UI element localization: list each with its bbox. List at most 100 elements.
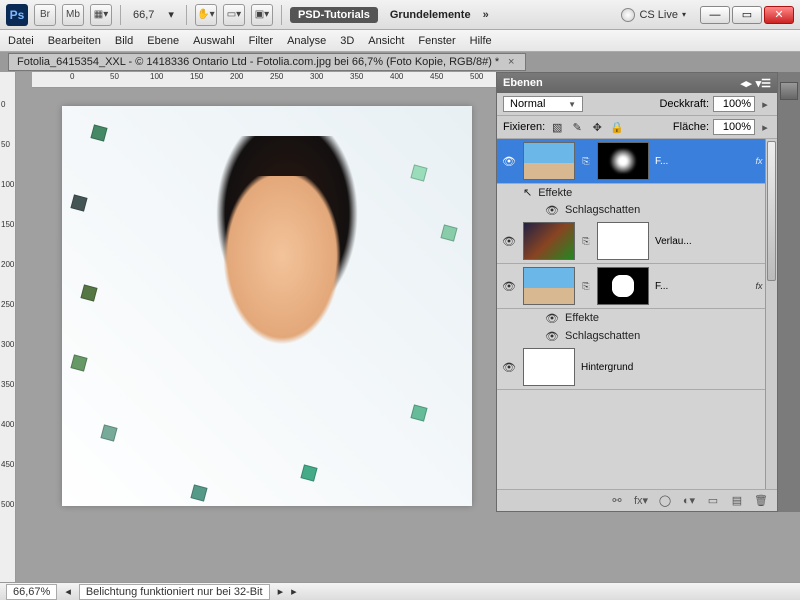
panel-tab-ebenen[interactable]: Ebenen <box>503 77 543 89</box>
layer-thumbnail[interactable] <box>523 348 575 386</box>
visibility-icon[interactable]: 👁 <box>501 233 517 249</box>
lock-all-icon[interactable]: 🔒 <box>609 119 625 135</box>
new-layer-icon[interactable]: ▤ <box>729 494 745 508</box>
mask-thumbnail[interactable] <box>597 267 649 305</box>
opacity-input[interactable]: 100% <box>713 96 755 112</box>
minimize-button[interactable]: — <box>700 6 730 24</box>
mask-link-icon[interactable]: ⎘ <box>581 279 591 293</box>
link-layers-icon[interactable]: ⚯ <box>609 494 625 508</box>
close-button[interactable]: ✕ <box>764 6 794 24</box>
menu-fenster[interactable]: Fenster <box>418 35 455 47</box>
blend-mode-select[interactable]: Normal▼ <box>503 96 583 112</box>
layer-thumbnail[interactable] <box>523 222 575 260</box>
layer-thumbnail[interactable] <box>523 267 575 305</box>
status-nav-icon[interactable]: ▸ <box>278 585 284 598</box>
fx-badge[interactable]: fx <box>755 281 762 291</box>
layer-row[interactable]: 👁 ⎘ F... fx ▾ <box>497 139 777 184</box>
divider <box>120 5 121 25</box>
close-tab-icon[interactable]: × <box>505 56 517 68</box>
fx-badge[interactable]: fx <box>755 156 762 166</box>
status-zoom[interactable]: 66,67% <box>6 584 57 600</box>
effect-name: Schlagschatten <box>565 204 640 216</box>
menu-datei[interactable]: Datei <box>8 35 34 47</box>
zoom-level[interactable]: 66,7 <box>129 9 158 21</box>
layer-name[interactable]: F... <box>655 156 749 167</box>
visibility-icon[interactable]: 👁 <box>501 359 517 375</box>
add-mask-icon[interactable]: ◯ <box>657 494 673 508</box>
arrange-button[interactable]: ▭▾ <box>223 4 245 26</box>
collapsed-panel-dock <box>778 72 800 512</box>
layer-row[interactable]: 👁 ⎘ F... fx ▾ <box>497 264 777 309</box>
mask-link-icon[interactable]: ⎘ <box>581 234 591 248</box>
scrollbar-thumb[interactable] <box>767 141 776 281</box>
document-tab[interactable]: Fotolia_6415354_XXL - © 1418336 Ontario … <box>8 53 526 71</box>
view-extras-button[interactable]: ▦▾ <box>90 4 112 26</box>
mask-link-icon[interactable]: ⎘ <box>581 154 591 168</box>
visibility-icon[interactable]: 👁 <box>545 329 559 343</box>
menu-bild[interactable]: Bild <box>115 35 133 47</box>
layer-row[interactable]: 👁 Hintergrund <box>497 345 777 390</box>
lock-move-icon[interactable]: ✥ <box>589 119 605 135</box>
effects-label: Effekte <box>565 312 599 324</box>
menu-ansicht[interactable]: Ansicht <box>368 35 404 47</box>
menu-3d[interactable]: 3D <box>340 35 354 47</box>
layer-effects-row[interactable]: ↖ Effekte <box>497 184 777 201</box>
status-message[interactable]: Belichtung funktioniert nur bei 32-Bit <box>79 584 270 600</box>
hand-tool-button[interactable]: ✋▾ <box>195 4 217 26</box>
layer-thumbnail[interactable] <box>523 142 575 180</box>
panel-icon[interactable] <box>780 82 798 100</box>
visibility-icon[interactable]: 👁 <box>545 311 559 325</box>
visibility-icon[interactable]: 👁 <box>501 278 517 294</box>
app-logo[interactable]: Ps <box>6 4 28 26</box>
layers-panel-footer: ⚯ fx▾ ◯ ◐▾ ▭ ▤ 🗑 <box>497 489 777 511</box>
mask-thumbnail[interactable] <box>597 142 649 180</box>
screen-mode-button[interactable]: ▣▾ <box>251 4 273 26</box>
bridge-button[interactable]: Br <box>34 4 56 26</box>
status-nav-icon[interactable]: ◂ <box>65 585 71 598</box>
visibility-icon[interactable]: 👁 <box>545 203 559 217</box>
menu-hilfe[interactable]: Hilfe <box>470 35 492 47</box>
panel-menu-icon[interactable]: ▾☰ <box>756 77 771 90</box>
document-canvas[interactable] <box>62 106 472 506</box>
menu-filter[interactable]: Filter <box>249 35 273 47</box>
layer-row[interactable]: 👁 ⎘ Verlau... <box>497 219 777 264</box>
menu-bearbeiten[interactable]: Bearbeiten <box>48 35 101 47</box>
maximize-button[interactable]: ▭ <box>732 6 762 24</box>
scrollbar-vertical[interactable] <box>765 139 777 489</box>
fill-input[interactable]: 100% <box>713 119 755 135</box>
layer-name[interactable]: Verlau... <box>655 236 773 247</box>
lock-brush-icon[interactable]: ✎ <box>569 119 585 135</box>
document-tab-bar: Fotolia_6415354_XXL - © 1418336 Ontario … <box>0 52 800 72</box>
menu-ebene[interactable]: Ebene <box>147 35 179 47</box>
cs-live-button[interactable]: CS Live▾ <box>621 8 686 22</box>
opacity-label: Deckkraft: <box>659 98 709 110</box>
workspace-psd-tutorials[interactable]: PSD-Tutorials <box>290 7 378 23</box>
panel-collapse-icon[interactable]: ◂▸ <box>741 77 752 90</box>
app-toolbar: Ps Br Mb ▦▾ 66,7▾ ✋▾ ▭▾ ▣▾ PSD-Tutorials… <box>0 0 800 30</box>
ruler-vertical[interactable]: 0 50 100 150 200 250 300 350 400 450 500 <box>0 72 16 582</box>
group-icon[interactable]: ▭ <box>705 494 721 508</box>
effects-label: Effekte <box>538 187 572 199</box>
fill-slider-icon[interactable]: ▸ <box>759 121 771 134</box>
layer-effects-row[interactable]: 👁 Effekte <box>497 309 777 327</box>
status-menu-icon[interactable]: ▸ <box>291 585 297 598</box>
workspace-grundelemente[interactable]: Grundelemente <box>384 7 477 23</box>
layer-name[interactable]: F... <box>655 281 749 292</box>
layer-list: 👁 ⎘ F... fx ▾ ↖ Effekte 👁 Schlagschatten… <box>497 139 777 489</box>
layer-name[interactable]: Hintergrund <box>581 362 773 373</box>
mask-thumbnail[interactable] <box>597 222 649 260</box>
layer-effect-row[interactable]: 👁 Schlagschatten <box>497 201 777 219</box>
layer-fx-icon[interactable]: fx▾ <box>633 494 649 508</box>
effect-name: Schlagschatten <box>565 330 640 342</box>
panel-tab-bar: Ebenen ◂▸ ▾☰ <box>497 73 777 93</box>
delete-layer-icon[interactable]: 🗑 <box>753 494 769 508</box>
opacity-slider-icon[interactable]: ▸ <box>759 98 771 111</box>
layer-effect-row[interactable]: 👁 Schlagschatten <box>497 327 777 345</box>
lock-transparency-icon[interactable]: ▧ <box>549 119 565 135</box>
workspace-more[interactable]: » <box>483 9 489 21</box>
adjustment-layer-icon[interactable]: ◐▾ <box>681 494 697 508</box>
menu-auswahl[interactable]: Auswahl <box>193 35 235 47</box>
menu-analyse[interactable]: Analyse <box>287 35 326 47</box>
mini-bridge-button[interactable]: Mb <box>62 4 84 26</box>
visibility-icon[interactable]: 👁 <box>501 153 517 169</box>
